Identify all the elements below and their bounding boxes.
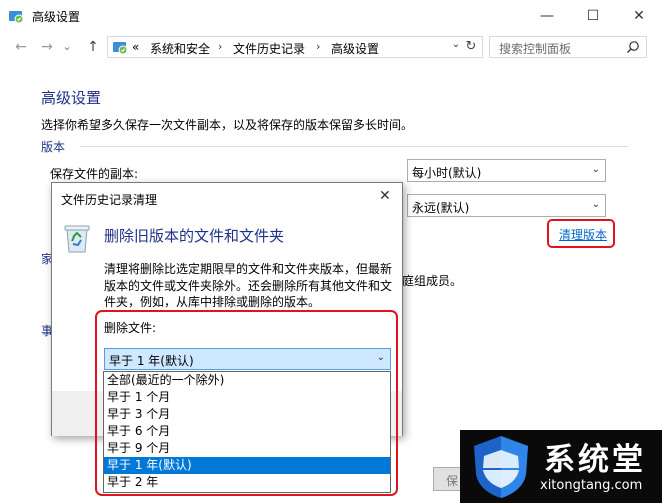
search-icon[interactable] xyxy=(626,40,640,54)
back-icon[interactable]: ← xyxy=(12,38,30,56)
save-changes-button[interactable]: 保 xyxy=(433,467,463,491)
page-title: 高级设置 xyxy=(41,89,102,107)
dialog-title: 文件历史记录清理 xyxy=(61,193,158,207)
keep-versions-select[interactable]: 永远(默认) ⌄ xyxy=(407,194,606,217)
breadcrumb-separator[interactable]: › xyxy=(316,40,320,53)
watermark: 系统堂 xitongtang.com xyxy=(460,430,662,503)
title-bar: 高级设置 — ☐ ✕ xyxy=(0,0,662,32)
control-panel-icon xyxy=(9,11,24,24)
maximize-button[interactable]: ☐ xyxy=(570,0,616,32)
breadcrumb-overflow[interactable]: « xyxy=(132,40,139,54)
homegroup-text: 庭组成员。 xyxy=(402,274,463,288)
search-box[interactable]: 搜索控制面板 xyxy=(489,36,647,58)
shield-logo-icon xyxy=(474,436,528,498)
up-icon[interactable]: ↑ xyxy=(84,38,102,56)
forward-icon[interactable]: → xyxy=(38,38,56,56)
watermark-title: 系统堂 xyxy=(544,442,646,478)
refresh-icon[interactable]: ↻ xyxy=(461,37,481,57)
chevron-down-icon: ⌄ xyxy=(591,199,600,210)
recycle-bin-icon xyxy=(64,225,90,253)
save-copies-label: 保存文件的副本: xyxy=(50,167,139,181)
breadcrumb-system-security[interactable]: 系统和安全 xyxy=(150,40,210,57)
address-bar[interactable]: « 系统和安全 › 文件历史记录 › 高级设置 ⌄ xyxy=(107,36,483,58)
delete-files-highlight xyxy=(95,310,398,496)
dialog-description: 清理将删除比选定期限早的文件和文件夹版本，但最新版本的文件或文件夹除外。还会删除… xyxy=(104,262,393,309)
breadcrumb-file-history[interactable]: 文件历史记录 xyxy=(233,40,305,57)
minimize-button[interactable]: — xyxy=(524,0,570,32)
control-panel-icon xyxy=(113,42,128,55)
save-frequency-select[interactable]: 每小时(默认) ⌄ xyxy=(407,159,606,182)
cleanup-link-highlight xyxy=(547,219,615,248)
close-button[interactable]: ✕ xyxy=(616,0,662,32)
search-input[interactable]: 搜索控制面板 xyxy=(499,40,571,57)
breadcrumb-advanced-settings[interactable]: 高级设置 xyxy=(331,40,379,57)
breadcrumb-separator[interactable]: › xyxy=(218,40,222,53)
page-description: 选择你希望多久保存一次文件副本，以及将保存的版本保留多长时间。 xyxy=(41,118,414,132)
dialog-heading: 删除旧版本的文件和文件夹 xyxy=(104,227,285,245)
chevron-down-icon: ⌄ xyxy=(591,164,600,175)
save-frequency-value: 每小时(默认) xyxy=(412,166,482,180)
window-title: 高级设置 xyxy=(32,10,81,24)
dialog-close-button[interactable]: ✕ xyxy=(379,188,391,204)
keep-versions-value: 永远(默认) xyxy=(412,201,470,215)
recent-locations-icon[interactable]: ⌄ xyxy=(58,38,76,56)
versions-section-title: 版本 xyxy=(41,140,66,154)
watermark-url: xitongtang.com xyxy=(540,478,643,493)
section-divider xyxy=(80,146,628,147)
